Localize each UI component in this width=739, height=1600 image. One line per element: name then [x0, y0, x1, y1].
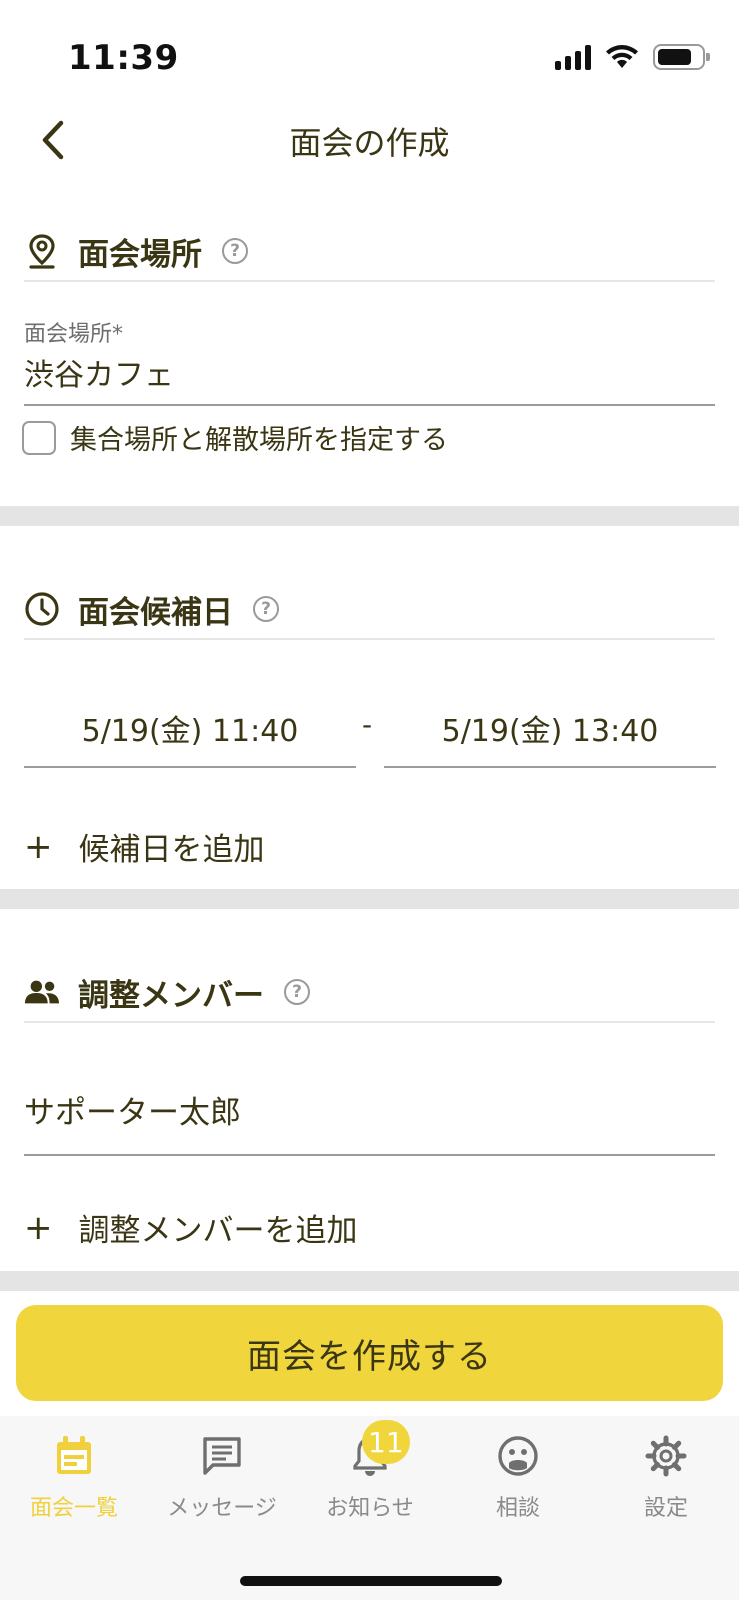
tab-settings[interactable]: 設定 [592, 1434, 739, 1522]
battery-icon [653, 44, 710, 70]
location-pin-icon [24, 233, 60, 269]
people-icon [24, 974, 60, 1010]
status-icons [555, 44, 710, 70]
member-list-item[interactable]: サポーター太郎 [24, 1087, 715, 1156]
section-divider [0, 889, 739, 909]
meeting-points-checkbox-label: 集合場所と解散場所を指定する [70, 425, 448, 456]
meeting-points-checkbox[interactable] [22, 420, 56, 455]
tab-notifications[interactable]: 11 お知らせ [296, 1420, 444, 1522]
nav-bar: 面会の作成 [0, 100, 739, 180]
meeting-points-checkbox-row[interactable]: 集合場所と解散場所を指定する [22, 418, 448, 457]
tab-messages[interactable]: メッセージ [148, 1434, 296, 1522]
tab-label: 面会一覧 [29, 1496, 118, 1521]
date-section: 面会候補日 ? 5/19(金) 11:40 - 5/19(金) 13:40 + … [0, 526, 739, 889]
help-icon[interactable]: ? [222, 238, 248, 264]
add-member-button[interactable]: + 調整メンバーを追加 [24, 1205, 358, 1250]
home-indicator [240, 1576, 502, 1586]
location-field-label: 面会場所* [24, 322, 124, 347]
page-title: 面会の作成 [289, 124, 450, 162]
plus-icon: + [24, 826, 53, 867]
member-section-header: 調整メンバー ? [24, 963, 715, 1023]
add-member-label: 調整メンバーを追加 [78, 1213, 358, 1249]
tab-meetings[interactable]: 面会一覧 [0, 1434, 148, 1522]
section-divider [0, 506, 739, 526]
gear-icon [644, 1434, 688, 1478]
clock-icon [24, 591, 60, 627]
wifi-icon [606, 45, 638, 68]
help-icon[interactable]: ? [284, 979, 310, 1005]
tab-label: お知らせ [326, 1496, 414, 1521]
date-section-title: 面会候補日 [78, 594, 233, 631]
location-section-title: 面会場所 [78, 236, 202, 273]
consult-icon [496, 1434, 540, 1478]
cellular-signal-icon [555, 44, 591, 70]
date-range-separator: - [362, 708, 373, 741]
tab-bar: 面会一覧 メッセージ 11 お知らせ 相談 設定 [0, 1416, 739, 1600]
add-candidate-date-button[interactable]: + 候補日を追加 [24, 824, 265, 869]
tab-label: 設定 [643, 1496, 688, 1521]
status-time: 11:39 [68, 38, 179, 78]
date-section-header: 面会候補日 ? [24, 580, 715, 640]
section-divider [0, 1271, 739, 1291]
add-candidate-date-label: 候補日を追加 [78, 832, 265, 868]
start-datetime-field[interactable]: 5/19(金) 11:40 [24, 706, 356, 768]
tab-consult[interactable]: 相談 [444, 1434, 592, 1522]
help-icon[interactable]: ? [253, 596, 279, 622]
tab-label: メッセージ [167, 1496, 277, 1521]
bell-icon: 11 [348, 1420, 410, 1478]
plus-icon: + [24, 1207, 53, 1248]
member-section: 調整メンバー ? サポーター太郎 + 調整メンバーを追加 [0, 909, 739, 1271]
location-section-header: 面会場所 ? [24, 222, 715, 282]
location-section: 面会場所 ? 面会場所* 渋谷カフェ 集合場所と解散場所を指定する [0, 222, 739, 506]
status-bar: 11:39 [0, 0, 739, 100]
message-icon [200, 1434, 244, 1478]
notification-badge: 11 [362, 1420, 410, 1464]
tab-label: 相談 [495, 1496, 540, 1521]
end-datetime-field[interactable]: 5/19(金) 13:40 [384, 706, 716, 768]
calendar-icon [52, 1434, 96, 1478]
create-meeting-button[interactable]: 面会を作成する [16, 1305, 723, 1401]
member-section-title: 調整メンバー [78, 977, 264, 1014]
location-input[interactable]: 渋谷カフェ [24, 350, 715, 406]
